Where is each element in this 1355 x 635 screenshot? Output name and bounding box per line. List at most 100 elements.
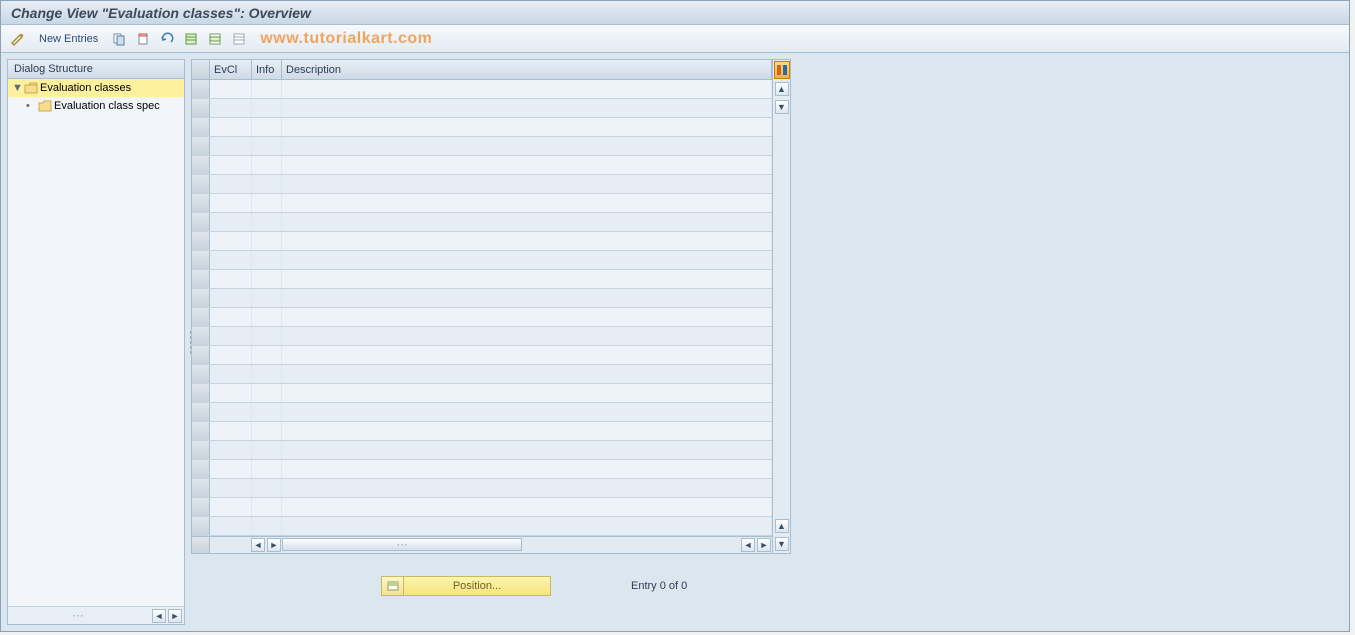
cell-info[interactable] (252, 175, 282, 193)
cell-evcl[interactable] (210, 422, 252, 440)
table-row[interactable] (192, 308, 772, 327)
cell-description[interactable] (282, 289, 772, 307)
new-entries-button[interactable]: New Entries (33, 31, 104, 47)
cell-description[interactable] (282, 80, 772, 98)
row-selector[interactable] (192, 194, 210, 212)
sidebar-scroll-left[interactable]: ◄ (152, 609, 166, 623)
cell-info[interactable] (252, 270, 282, 288)
scroll-right-end-button[interactable]: ► (757, 538, 771, 552)
row-selector[interactable] (192, 498, 210, 516)
row-selector[interactable] (192, 137, 210, 155)
table-row[interactable] (192, 194, 772, 213)
table-row[interactable] (192, 213, 772, 232)
cell-info[interactable] (252, 213, 282, 231)
cell-info[interactable] (252, 498, 282, 516)
row-selector[interactable] (192, 308, 210, 326)
table-row[interactable] (192, 422, 772, 441)
cell-info[interactable] (252, 289, 282, 307)
row-selector[interactable] (192, 232, 210, 250)
column-header-evcl[interactable]: EvCl (210, 60, 252, 79)
row-selector[interactable] (192, 80, 210, 98)
table-row[interactable] (192, 460, 772, 479)
scroll-left-button[interactable]: ◄ (251, 538, 265, 552)
table-row[interactable] (192, 346, 772, 365)
cell-evcl[interactable] (210, 460, 252, 478)
cell-info[interactable] (252, 156, 282, 174)
delete-icon[interactable] (134, 30, 152, 48)
tree-item-evaluation-classes[interactable]: ▼ Evaluation classes (8, 79, 184, 97)
table-row[interactable] (192, 498, 772, 517)
table-row[interactable] (192, 517, 772, 536)
position-button[interactable]: Position... (381, 576, 551, 596)
cell-evcl[interactable] (210, 289, 252, 307)
cell-description[interactable] (282, 460, 772, 478)
cell-evcl[interactable] (210, 270, 252, 288)
cell-info[interactable] (252, 422, 282, 440)
row-selector[interactable] (192, 270, 210, 288)
undo-icon[interactable] (158, 30, 176, 48)
table-row[interactable] (192, 118, 772, 137)
tree-item-evaluation-class-spec[interactable]: • Evaluation class spec (8, 97, 184, 115)
row-selector[interactable] (192, 384, 210, 402)
cell-description[interactable] (282, 175, 772, 193)
row-selector[interactable] (192, 251, 210, 269)
cell-description[interactable] (282, 213, 772, 231)
scroll-left-end-button[interactable]: ◄ (741, 538, 755, 552)
cell-info[interactable] (252, 460, 282, 478)
cell-description[interactable] (282, 384, 772, 402)
table-row[interactable] (192, 175, 772, 194)
cell-info[interactable] (252, 479, 282, 497)
scroll-up-end-button[interactable]: ▲ (775, 519, 789, 533)
cell-evcl[interactable] (210, 99, 252, 117)
table-row[interactable] (192, 289, 772, 308)
cell-info[interactable] (252, 441, 282, 459)
select-block-icon[interactable] (206, 30, 224, 48)
cell-evcl[interactable] (210, 517, 252, 535)
table-row[interactable] (192, 270, 772, 289)
cell-description[interactable] (282, 422, 772, 440)
cell-info[interactable] (252, 346, 282, 364)
expand-icon[interactable]: ▼ (12, 82, 22, 94)
cell-evcl[interactable] (210, 232, 252, 250)
select-all-icon[interactable] (182, 30, 200, 48)
cell-evcl[interactable] (210, 118, 252, 136)
select-all-column-header[interactable] (192, 60, 210, 79)
cell-description[interactable] (282, 346, 772, 364)
cell-evcl[interactable] (210, 384, 252, 402)
cell-evcl[interactable] (210, 175, 252, 193)
cell-description[interactable] (282, 156, 772, 174)
row-selector[interactable] (192, 460, 210, 478)
sidebar-resize-handle[interactable]: ⋯ (8, 609, 150, 622)
cell-info[interactable] (252, 403, 282, 421)
cell-evcl[interactable] (210, 346, 252, 364)
table-row[interactable] (192, 327, 772, 346)
row-selector[interactable] (192, 213, 210, 231)
row-selector[interactable] (192, 346, 210, 364)
cell-evcl[interactable] (210, 441, 252, 459)
cell-evcl[interactable] (210, 479, 252, 497)
cell-info[interactable] (252, 308, 282, 326)
table-row[interactable] (192, 251, 772, 270)
scroll-down-button[interactable]: ▼ (775, 100, 789, 114)
table-row[interactable] (192, 441, 772, 460)
row-selector[interactable] (192, 441, 210, 459)
cell-evcl[interactable] (210, 137, 252, 155)
cell-description[interactable] (282, 308, 772, 326)
horizontal-scroll-track[interactable] (522, 537, 740, 553)
row-selector[interactable] (192, 289, 210, 307)
row-selector[interactable] (192, 479, 210, 497)
table-row[interactable] (192, 479, 772, 498)
column-header-description[interactable]: Description (282, 60, 772, 79)
cell-info[interactable] (252, 232, 282, 250)
row-selector[interactable] (192, 156, 210, 174)
table-row[interactable] (192, 99, 772, 118)
deselect-all-icon[interactable] (230, 30, 248, 48)
table-settings-button[interactable] (774, 61, 790, 79)
cell-info[interactable] (252, 251, 282, 269)
column-header-info[interactable]: Info (252, 60, 282, 79)
row-selector[interactable] (192, 175, 210, 193)
copy-as-icon[interactable] (110, 30, 128, 48)
cell-description[interactable] (282, 194, 772, 212)
table-row[interactable] (192, 80, 772, 99)
cell-info[interactable] (252, 137, 282, 155)
